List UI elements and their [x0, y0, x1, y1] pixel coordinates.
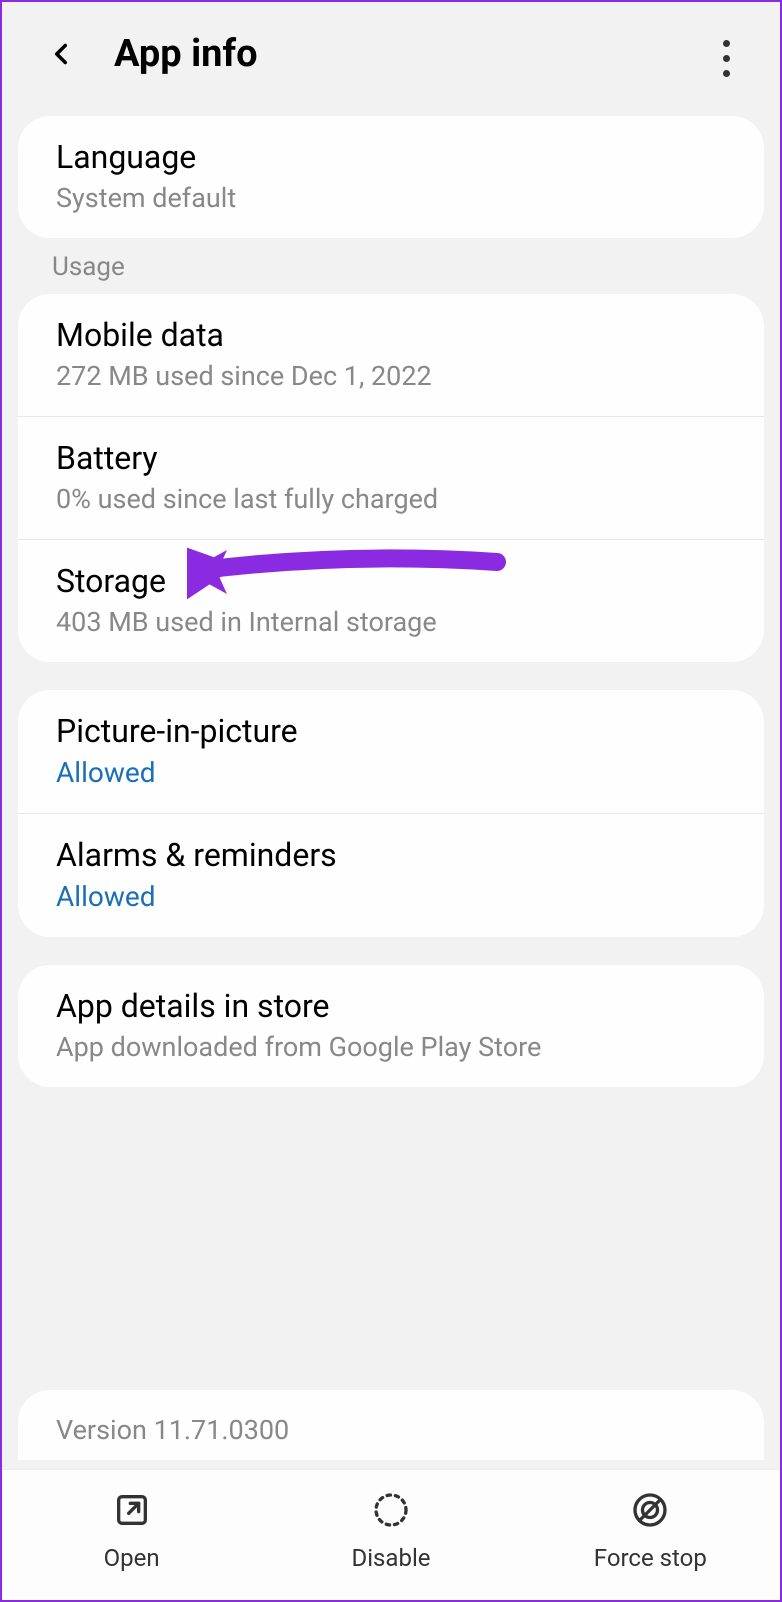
force-stop-label: Force stop	[594, 1544, 707, 1572]
row-sub-battery: 0% used since last fully charged	[56, 483, 726, 515]
row-sub-language: System default	[56, 182, 726, 214]
open-icon	[110, 1488, 154, 1532]
row-sub-alarms: Allowed	[56, 880, 726, 913]
row-title-mobile-data: Mobile data	[56, 316, 726, 354]
row-battery[interactable]: Battery 0% used since last fully charged	[18, 417, 764, 540]
row-title-pip: Picture-in-picture	[56, 712, 726, 750]
row-title-battery: Battery	[56, 439, 726, 477]
row-alarms[interactable]: Alarms & reminders Allowed	[18, 814, 764, 937]
card-language: Language System default	[18, 116, 764, 238]
open-label: Open	[104, 1544, 160, 1572]
more-menu-icon[interactable]	[723, 40, 730, 77]
row-mobile-data[interactable]: Mobile data 272 MB used since Dec 1, 202…	[18, 294, 764, 417]
card-permissions: Picture-in-picture Allowed Alarms & remi…	[18, 690, 764, 937]
row-language[interactable]: Language System default	[18, 116, 764, 238]
disable-icon	[369, 1488, 413, 1532]
card-app-details: App details in store App downloaded from…	[18, 965, 764, 1087]
header: App info	[2, 2, 780, 116]
row-title-storage: Storage	[56, 562, 726, 600]
disable-button[interactable]: Disable	[261, 1488, 520, 1572]
row-sub-pip: Allowed	[56, 756, 726, 789]
row-sub-mobile-data: 272 MB used since Dec 1, 2022	[56, 360, 726, 392]
open-button[interactable]: Open	[2, 1488, 261, 1572]
disable-label: Disable	[351, 1544, 430, 1572]
row-sub-app-details: App downloaded from Google Play Store	[56, 1031, 726, 1063]
row-title-app-details: App details in store	[56, 987, 726, 1025]
card-usage: Mobile data 272 MB used since Dec 1, 202…	[18, 294, 764, 662]
row-pip[interactable]: Picture-in-picture Allowed	[18, 690, 764, 814]
row-app-details[interactable]: App details in store App downloaded from…	[18, 965, 764, 1087]
bottom-bar: Open Disable Force stop	[2, 1469, 780, 1600]
row-title-alarms: Alarms & reminders	[56, 836, 726, 874]
section-usage: Usage	[2, 238, 780, 294]
card-version: Version 11.71.0300	[18, 1390, 764, 1460]
row-storage[interactable]: Storage 403 MB used in Internal storage	[18, 540, 764, 662]
force-stop-button[interactable]: Force stop	[521, 1488, 780, 1572]
force-stop-icon	[628, 1488, 672, 1532]
version-text: Version 11.71.0300	[18, 1390, 764, 1460]
row-sub-storage: 403 MB used in Internal storage	[56, 606, 726, 638]
back-icon[interactable]	[44, 37, 78, 71]
row-title-language: Language	[56, 138, 726, 176]
page-title: App info	[114, 32, 258, 76]
